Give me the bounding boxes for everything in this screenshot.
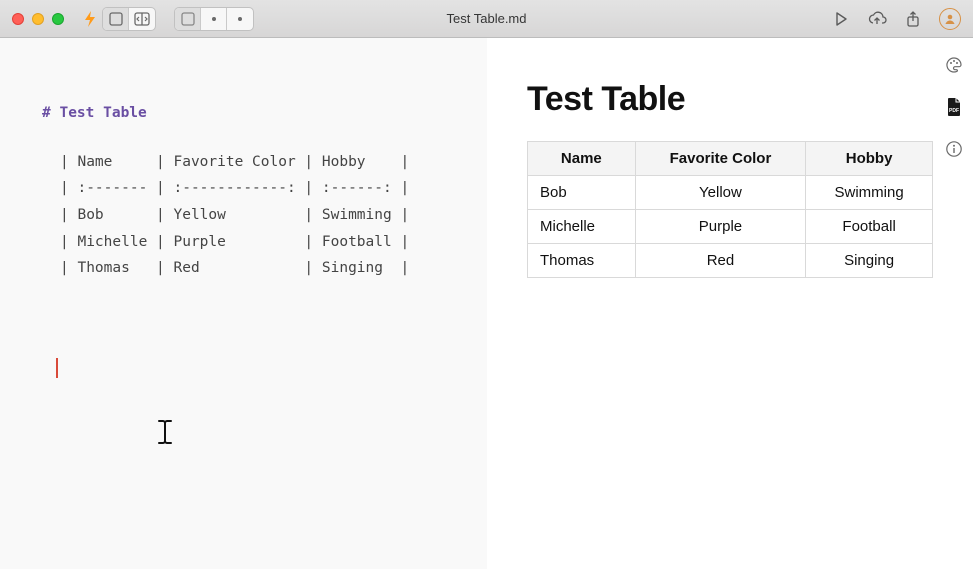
minimize-window-button[interactable] [32,13,44,25]
cell-hobby: Singing [806,244,933,278]
view-mode-toggle-right[interactable] [174,7,254,31]
editor-table-source: | Name | Favorite Color | Hobby | | :---… [60,149,487,282]
share-icon [905,10,921,28]
dot-icon [212,17,216,21]
export-pdf-button[interactable]: PDF [946,97,962,122]
cell-color: Red [635,244,806,278]
lightning-button[interactable] [82,7,98,31]
preview-table: Name Favorite Color Hobby Bob Yellow Swi… [527,141,933,278]
dot-icon [238,17,242,21]
svg-text:PDF: PDF [949,108,959,114]
preview-left-toggle[interactable] [175,8,201,30]
preview-dot2-toggle[interactable] [227,8,253,30]
play-icon [833,11,849,27]
editor-heading-line: # Test Table [42,100,487,127]
th-name: Name [528,142,636,176]
titlebar: Test Table.md [0,0,973,38]
zoom-window-button[interactable] [52,13,64,25]
editor-pane[interactable]: # Test Table | Name | Favorite Color | H… [0,38,487,569]
cloud-upload-icon [867,11,887,27]
main-split: # Test Table | Name | Favorite Color | H… [0,38,973,569]
info-icon [945,140,963,158]
table-row: Bob Yellow Swimming [528,176,933,210]
th-hobby: Hobby [806,142,933,176]
cell-hobby: Football [806,210,933,244]
cell-name: Bob [528,176,636,210]
window-title: Test Table.md [447,11,527,26]
table-header-row: Name Favorite Color Hobby [528,142,933,176]
person-icon [944,13,956,25]
split-view-toggle[interactable] [129,8,155,30]
share-button[interactable] [905,7,921,31]
text-cursor-icon [154,412,176,464]
cell-color: Purple [635,210,806,244]
right-rail: PDF [935,38,973,569]
preview-pane: Test Table Name Favorite Color Hobby Bob… [487,38,973,569]
close-window-button[interactable] [12,13,24,25]
preview-title: Test Table [527,80,933,119]
cell-hobby: Swimming [806,176,933,210]
table-row: Michelle Purple Football [528,210,933,244]
file-pdf-icon: PDF [946,97,962,117]
lightning-icon [82,10,98,28]
cell-color: Yellow [635,176,806,210]
table-row: Thomas Red Singing [528,244,933,278]
editor-only-toggle[interactable] [103,8,129,30]
preview-dot1-toggle[interactable] [201,8,227,30]
window-controls [12,13,64,25]
appearance-button[interactable] [945,56,963,79]
upload-button[interactable] [867,7,887,31]
editor-cursor-line-marker [56,358,58,378]
info-button[interactable] [945,140,963,163]
cell-name: Michelle [528,210,636,244]
cell-name: Thomas [528,244,636,278]
run-button[interactable] [833,7,849,31]
th-color: Favorite Color [635,142,806,176]
view-mode-toggle-left[interactable] [102,7,156,31]
palette-icon [945,56,963,74]
account-button[interactable] [939,8,961,30]
